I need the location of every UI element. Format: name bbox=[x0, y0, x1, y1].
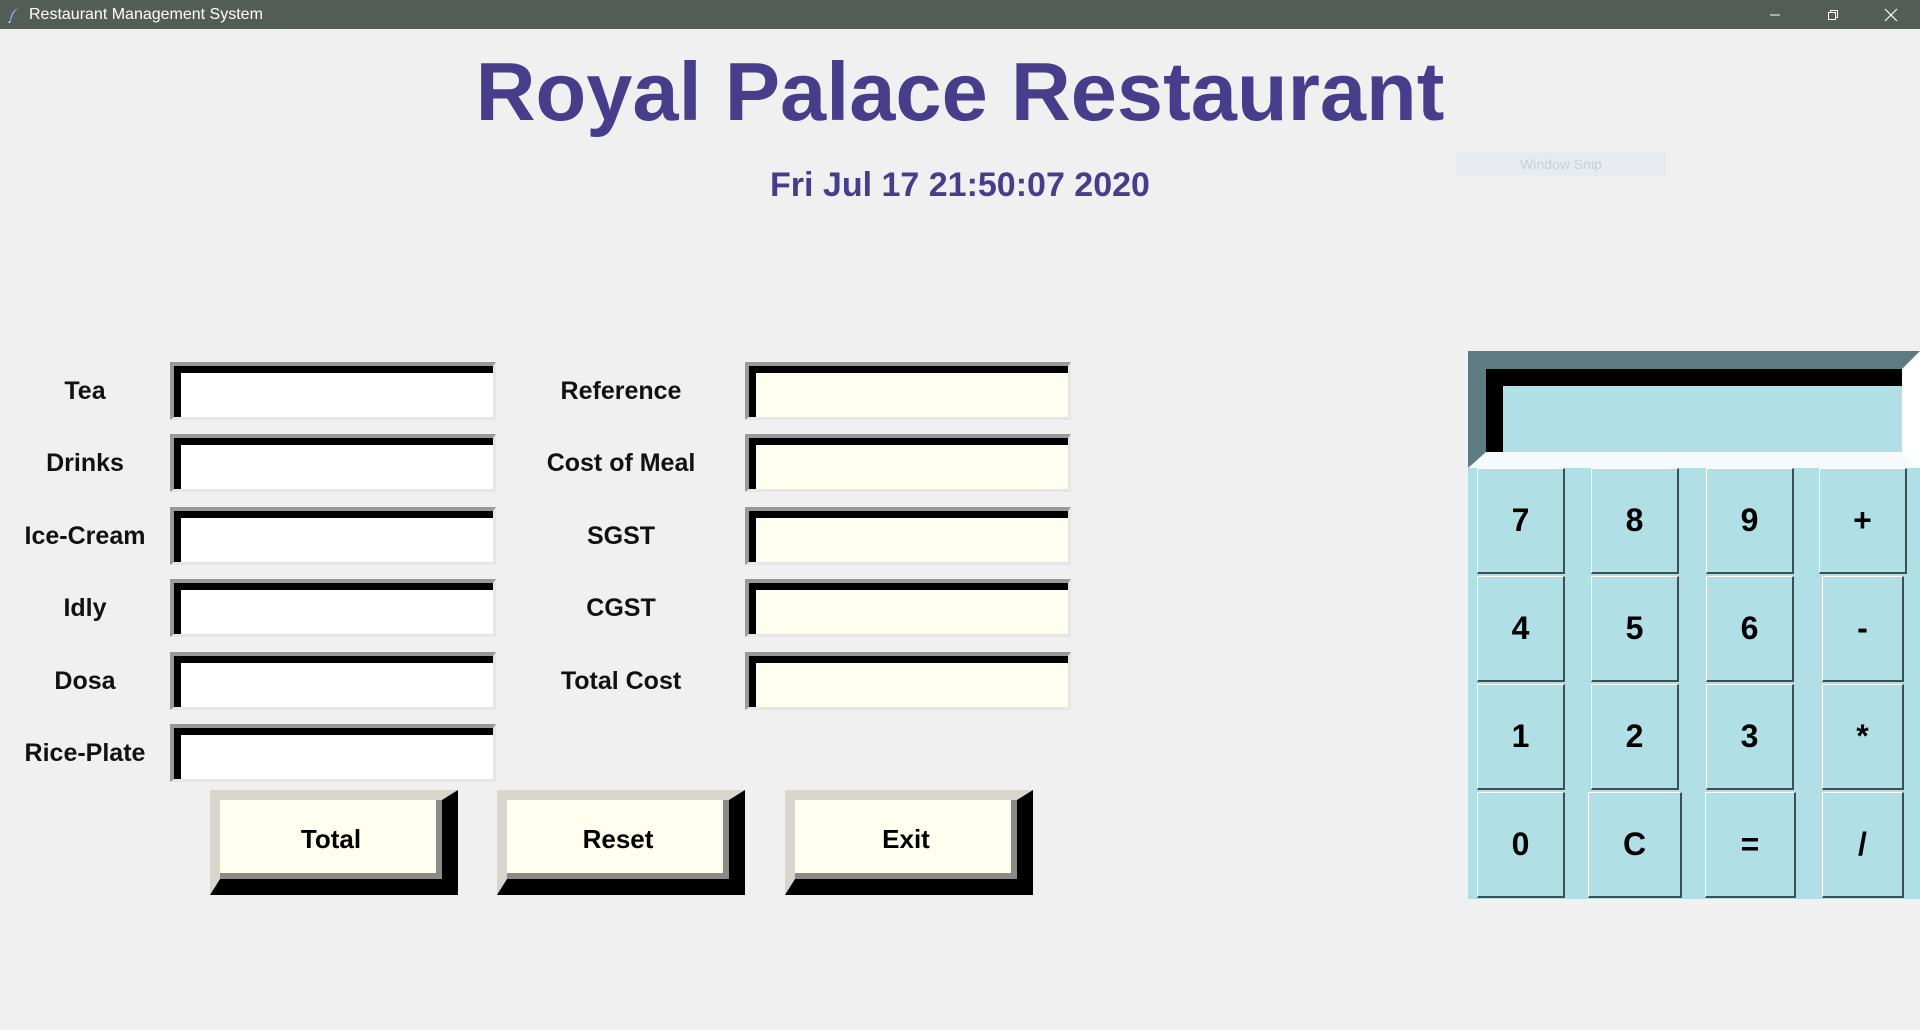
calc-key-4[interactable]: 4 bbox=[1477, 576, 1565, 682]
feather-icon bbox=[7, 7, 21, 23]
tea-label: Tea bbox=[64, 377, 106, 405]
calculator-display-frame bbox=[1468, 351, 1920, 468]
dosa-entry-frame bbox=[170, 652, 496, 710]
dosa-label: Dosa bbox=[54, 667, 116, 695]
close-icon bbox=[1884, 8, 1898, 21]
drinks-entry-frame bbox=[170, 434, 496, 492]
window-snip-overlay: Window Snip bbox=[1456, 152, 1666, 176]
sgst-label: SGST bbox=[586, 522, 656, 550]
calc-key-0[interactable]: 0 bbox=[1477, 792, 1565, 898]
window-controls bbox=[1746, 0, 1920, 29]
window-title-bar: Restaurant Management System bbox=[0, 0, 1920, 29]
ice-cream-label: Ice-Cream bbox=[24, 522, 146, 550]
ice-cream-input[interactable] bbox=[174, 511, 493, 562]
drinks-input[interactable] bbox=[174, 438, 493, 489]
idly-entry-frame bbox=[170, 579, 496, 637]
tea-entry-frame bbox=[170, 362, 496, 420]
calc-key-7[interactable]: 7 bbox=[1477, 468, 1565, 574]
cgst-entry-frame bbox=[745, 579, 1071, 637]
total-cost-label: Total Cost bbox=[560, 667, 682, 695]
calc-key-8[interactable]: 8 bbox=[1591, 468, 1679, 574]
reset-button[interactable]: Reset bbox=[497, 790, 745, 895]
total-cost-entry-frame bbox=[745, 652, 1071, 710]
calculator-panel: 7 8 9 + 4 5 6 - 1 2 3 * 0 C = / bbox=[1468, 351, 1920, 899]
calc-key-multiply[interactable]: * bbox=[1822, 684, 1904, 790]
idly-label: Idly bbox=[63, 594, 107, 622]
reference-input[interactable] bbox=[749, 366, 1068, 417]
calc-key-clear[interactable]: C bbox=[1588, 792, 1682, 898]
dosa-input[interactable] bbox=[174, 656, 493, 707]
calc-key-3[interactable]: 3 bbox=[1706, 684, 1794, 790]
calc-key-9[interactable]: 9 bbox=[1706, 468, 1794, 574]
cgst-input[interactable] bbox=[749, 583, 1068, 634]
calc-key-1[interactable]: 1 bbox=[1477, 684, 1565, 790]
calc-key-6[interactable]: 6 bbox=[1706, 576, 1794, 682]
restaurant-title: Royal Palace Restaurant bbox=[475, 45, 1445, 138]
calc-key-minus[interactable]: - bbox=[1822, 576, 1904, 682]
calc-key-5[interactable]: 5 bbox=[1591, 576, 1679, 682]
minimize-button[interactable] bbox=[1746, 0, 1804, 29]
sgst-input[interactable] bbox=[749, 511, 1068, 562]
reference-entry-frame bbox=[745, 362, 1071, 420]
calculator-display[interactable] bbox=[1486, 369, 1902, 452]
calc-key-equals[interactable]: = bbox=[1705, 792, 1796, 898]
rice-plate-input[interactable] bbox=[174, 728, 493, 779]
cost-of-meal-input[interactable] bbox=[749, 438, 1068, 489]
cost-of-meal-label: Cost of Meal bbox=[546, 449, 696, 477]
cost-of-meal-entry-frame bbox=[745, 434, 1071, 492]
window-title: Restaurant Management System bbox=[29, 5, 263, 23]
ice-cream-entry-frame bbox=[170, 507, 496, 565]
calc-key-divide[interactable]: / bbox=[1822, 792, 1904, 898]
calc-key-plus[interactable]: + bbox=[1819, 468, 1907, 574]
total-button[interactable]: Total bbox=[210, 790, 458, 895]
restore-button[interactable] bbox=[1804, 0, 1862, 29]
total-cost-input[interactable] bbox=[749, 656, 1068, 707]
calc-key-2[interactable]: 2 bbox=[1591, 684, 1679, 790]
drinks-label: Drinks bbox=[46, 449, 124, 477]
close-button[interactable] bbox=[1862, 0, 1920, 29]
rice-plate-entry-frame bbox=[170, 724, 496, 782]
reference-label: Reference bbox=[560, 377, 682, 405]
restore-icon bbox=[1828, 9, 1838, 20]
rice-plate-label: Rice-Plate bbox=[24, 739, 146, 767]
minimize-icon bbox=[1770, 14, 1780, 15]
exit-button[interactable]: Exit bbox=[785, 790, 1033, 895]
sgst-entry-frame bbox=[745, 507, 1071, 565]
tea-input[interactable] bbox=[174, 366, 493, 417]
idly-input[interactable] bbox=[174, 583, 493, 634]
cgst-label: CGST bbox=[586, 594, 656, 622]
